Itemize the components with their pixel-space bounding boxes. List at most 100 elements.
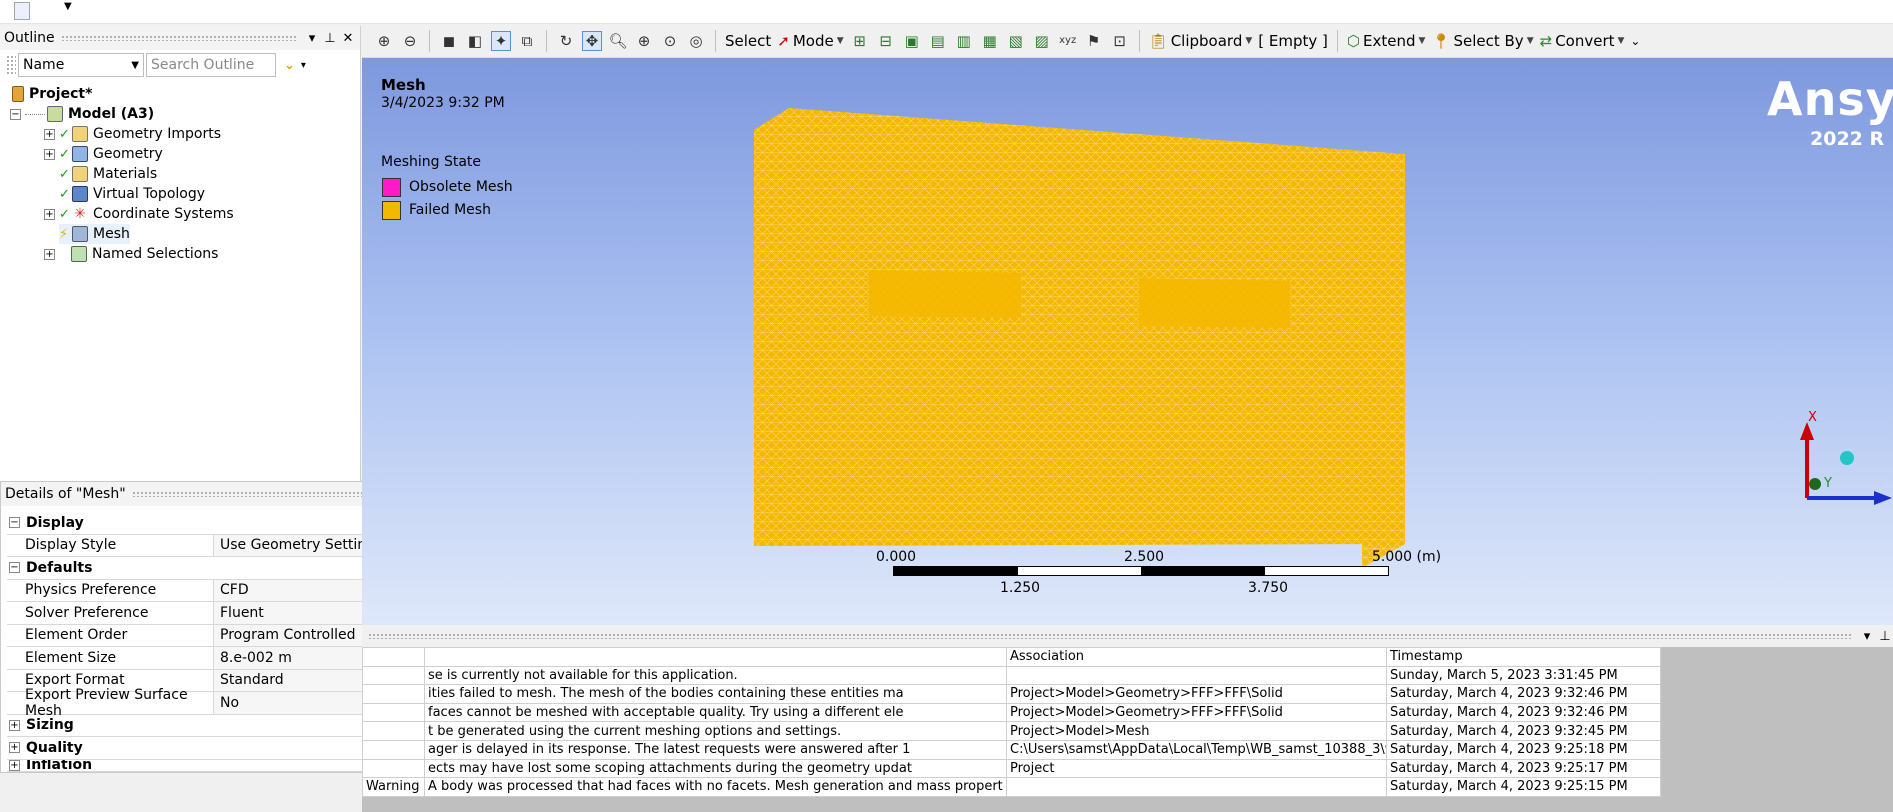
mesh-icon <box>72 226 88 242</box>
mode-dropdown[interactable]: ➚ Mode ▼ <box>777 32 843 50</box>
extend-dropdown[interactable]: ⬡ Extend ▼ <box>1347 32 1426 50</box>
project-icon <box>12 86 24 102</box>
chevron-down-icon[interactable]: ⌄ <box>284 58 295 73</box>
label-icon[interactable]: ⊡ <box>1110 31 1130 51</box>
chevron-down-icon[interactable]: ▾ <box>301 60 306 71</box>
check-icon: ✓ <box>59 146 70 162</box>
expand-icon[interactable]: + <box>44 148 55 160</box>
chevron-down-icon: ▼ <box>1418 35 1426 46</box>
collapse-icon[interactable]: − <box>10 108 21 120</box>
convert-dropdown[interactable]: ⇄ Convert ▼ <box>1540 32 1625 50</box>
drag-grip[interactable] <box>6 55 16 75</box>
cube-shaded-icon[interactable]: ◧ <box>465 31 485 51</box>
tree-item-mesh[interactable]: ⚡ Mesh <box>59 224 130 244</box>
zoom-fit-icon[interactable]: ⊙ <box>660 31 680 51</box>
table-row[interactable]: ects may have lost some scoping attachme… <box>362 758 1661 779</box>
search-outline-input[interactable]: Search Outline <box>146 53 276 77</box>
chevron-down-icon[interactable]: ▾ <box>1859 629 1875 644</box>
table-row[interactable]: ities failed to mesh. The mesh of the bo… <box>362 684 1661 704</box>
filter-type-select[interactable]: Name ▼ <box>18 53 144 77</box>
outline-panel: Outline ▾ ⊥ ✕ Name ▼ Search Outline ⌄ ▾ … <box>0 26 361 484</box>
magnifier-icon[interactable]: ◎ <box>686 31 706 51</box>
model-icon <box>47 106 63 122</box>
show-vertices-icon[interactable]: ✦ <box>491 30 511 51</box>
pin-icon[interactable]: ⊥ <box>1877 629 1893 644</box>
axis-x-label: X <box>1808 410 1817 425</box>
select-by-dropdown[interactable]: 📍︎ Select By ▼ <box>1431 32 1533 50</box>
select-face-icon[interactable]: ▣ <box>902 31 922 51</box>
expand-icon[interactable]: + <box>9 742 20 754</box>
tree-item-project[interactable]: Project* <box>12 84 92 104</box>
zoom-icon[interactable]: 🔍︎ <box>608 31 628 51</box>
graphics-viewport[interactable]: Mesh 3/4/2023 9:32 PM Meshing State Obso… <box>362 58 1893 625</box>
column-header-association[interactable]: Association <box>1006 647 1387 667</box>
save-icon[interactable] <box>14 2 30 20</box>
column-header-text[interactable] <box>424 647 1007 667</box>
clipboard-icon: 📋︎ <box>1148 31 1168 50</box>
outline-tree: Project* − Model (A3) + ✓ Geometry Impor… <box>0 80 360 262</box>
column-header-timestamp[interactable]: Timestamp <box>1386 647 1661 667</box>
scale-bar <box>893 566 1389 576</box>
table-row[interactable]: se is currently not available for this a… <box>362 665 1661 686</box>
table-row[interactable]: ager is delayed in its response. The lat… <box>362 739 1661 760</box>
select-edge-icon[interactable]: ⊟ <box>876 31 896 51</box>
select-node-icon[interactable]: ▦ <box>980 31 1000 51</box>
column-header-type[interactable] <box>362 647 425 667</box>
table-row[interactable]: t be generated using the current meshing… <box>362 721 1661 741</box>
rotate-icon[interactable]: ↻ <box>556 31 576 51</box>
tree-item-coordinate-systems[interactable]: + ✓ ✳ Coordinate Systems <box>44 204 234 224</box>
tree-item-materials[interactable]: ✓ Materials <box>59 164 157 184</box>
chevron-down-icon[interactable]: ▼ <box>64 1 72 12</box>
wireframe-icon[interactable]: ⧉ <box>517 31 537 51</box>
outline-filter-row: Name ▼ Search Outline ⌄ ▾ <box>0 50 360 80</box>
tree-item-virtual-topology[interactable]: ✓ Virtual Topology <box>59 184 205 204</box>
check-icon: ✓ <box>59 206 70 222</box>
collapse-icon[interactable]: − <box>9 562 20 574</box>
expand-icon[interactable]: + <box>44 248 55 260</box>
pin-icon[interactable]: ⊥ <box>322 31 338 46</box>
expand-icon[interactable]: + <box>9 719 20 731</box>
close-icon[interactable]: ✕ <box>340 31 356 46</box>
pan-icon[interactable]: ✥ <box>582 30 602 51</box>
select-button[interactable]: Select <box>725 32 771 50</box>
select-vertex-icon[interactable]: ⊞ <box>850 31 870 51</box>
select-face-element-icon[interactable]: ▨ <box>1032 31 1052 51</box>
zoom-in-icon[interactable]: ⊕ <box>374 31 394 51</box>
collapse-icon[interactable]: − <box>9 517 20 529</box>
select-body-icon[interactable]: ▤ <box>928 31 948 51</box>
box-zoom-icon[interactable]: ⊕ <box>634 31 654 51</box>
axis-y-label: Y <box>1824 476 1832 491</box>
clipboard-dropdown[interactable]: 📋︎ Clipboard ▼ <box>1149 32 1253 50</box>
cube-icon[interactable]: ◼ <box>439 31 459 51</box>
select-mesh-icon[interactable]: ▧ <box>1006 31 1026 51</box>
toolbar-separator <box>715 29 716 52</box>
scale-label-3: 3.750 <box>1248 580 1289 596</box>
expand-icon[interactable]: + <box>9 759 20 771</box>
details-title: Details of "Mesh" <box>5 486 126 502</box>
chevron-down-icon[interactable]: ▾ <box>304 31 320 46</box>
toolbar-separator <box>546 29 547 52</box>
cursor-icon: ➚ <box>777 31 790 50</box>
outline-title: Outline <box>4 30 55 46</box>
select-element-icon[interactable]: ▥ <box>954 31 974 51</box>
virtual-topology-icon <box>72 186 88 202</box>
table-row[interactable]: faces cannot be meshed with acceptable q… <box>362 702 1661 723</box>
tree-item-geometry-imports[interactable]: + ✓ Geometry Imports <box>44 124 221 144</box>
tree-item-model[interactable]: − Model (A3) <box>10 104 154 124</box>
tree-item-geometry[interactable]: + ✓ Geometry <box>44 144 163 164</box>
tree-item-named-selections[interactable]: + Named Selections <box>44 244 218 264</box>
clipboard-status: [ Empty ] <box>1258 31 1328 50</box>
mesh-body[interactable] <box>362 58 1893 625</box>
zoom-out-icon[interactable]: ⊖ <box>400 31 420 51</box>
coordinates-icon[interactable]: xyz <box>1058 31 1078 51</box>
expand-icon[interactable]: + <box>44 128 55 140</box>
scale-label-1: 1.250 <box>1000 580 1041 596</box>
table-row[interactable]: Warning A body was processed that had fac… <box>362 777 1661 797</box>
lightning-icon: ⚡ <box>59 226 69 242</box>
chevron-down-icon[interactable]: ⌄ <box>1630 34 1640 48</box>
probe-icon[interactable]: ⚑ <box>1084 31 1104 51</box>
drag-grip[interactable] <box>368 633 1851 639</box>
expand-icon[interactable]: + <box>44 208 55 220</box>
drag-grip[interactable] <box>60 35 296 41</box>
mesh-side-face <box>1362 154 1405 568</box>
